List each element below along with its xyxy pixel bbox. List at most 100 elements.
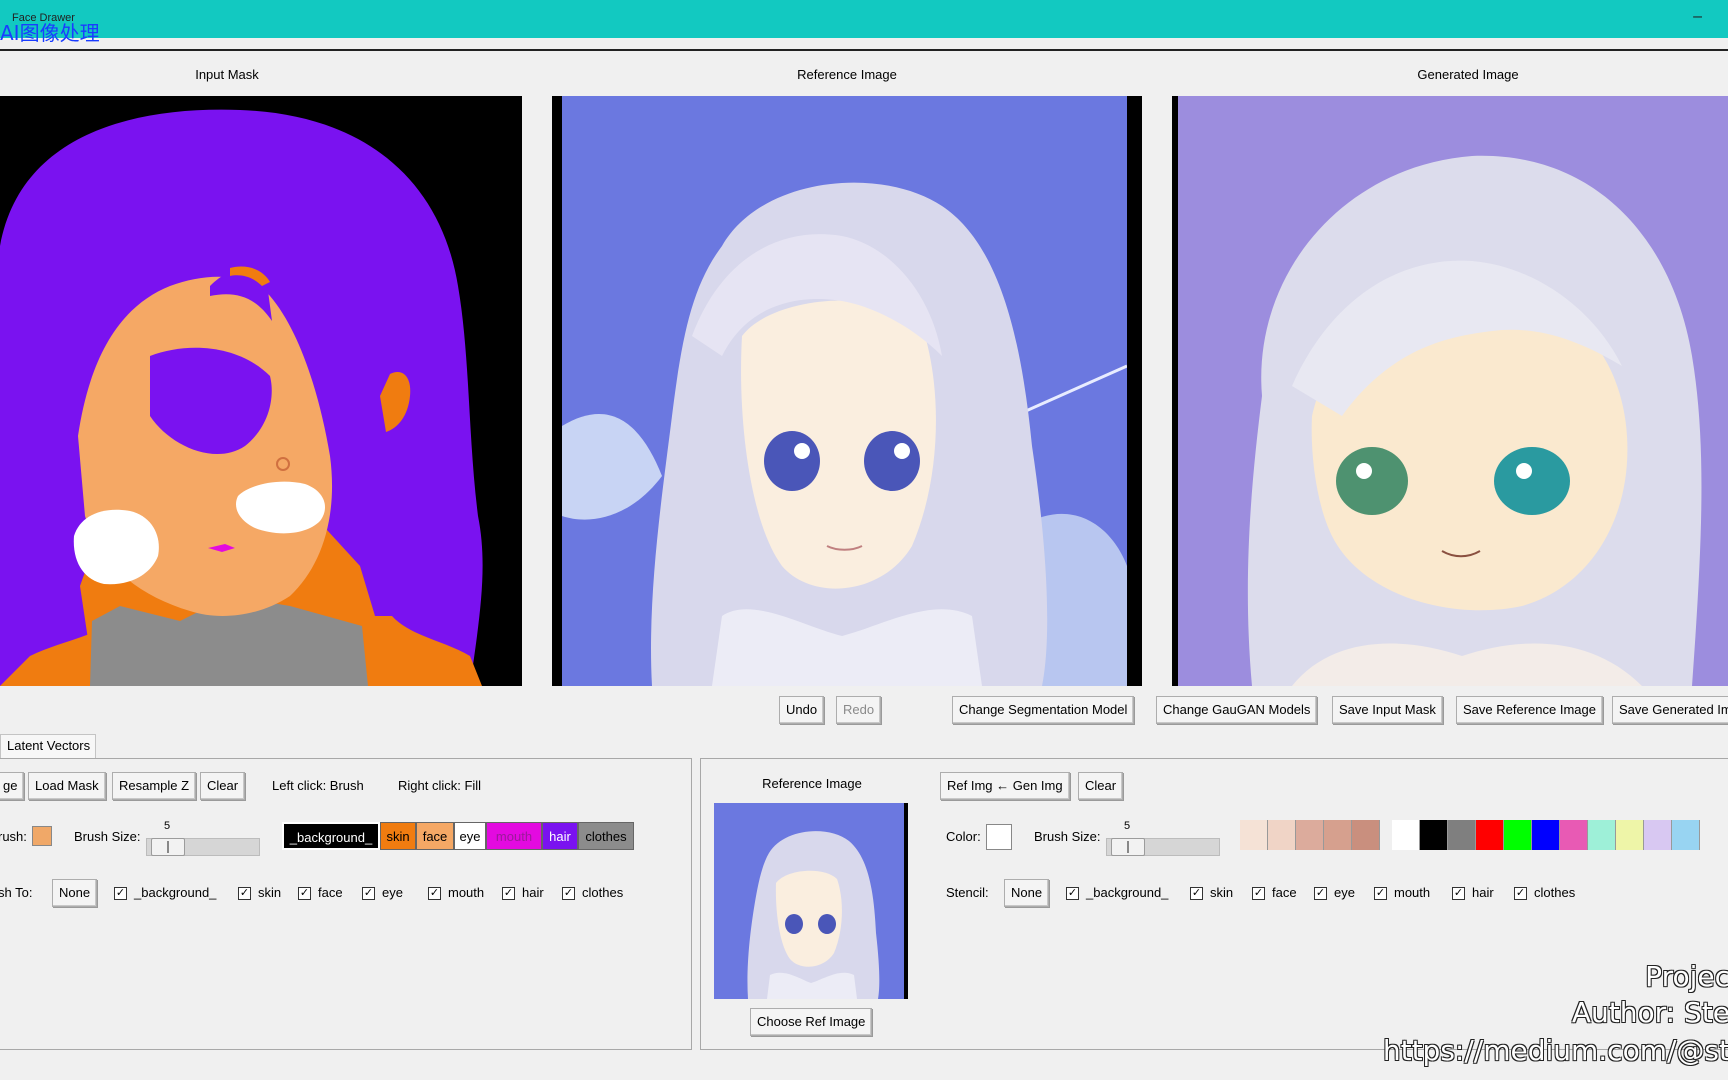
checkbox-label: face bbox=[318, 885, 343, 900]
segment-skin-button[interactable]: skin bbox=[380, 822, 416, 850]
left-click-hint: Left click: Brush bbox=[272, 778, 364, 793]
title-bar: Face Drawer AI图像处理 – bbox=[0, 0, 1728, 45]
checkbox-check-icon[interactable]: ✓ bbox=[362, 887, 375, 901]
segment-eye-button[interactable]: eye bbox=[454, 822, 486, 850]
undo-button[interactable]: Undo bbox=[779, 696, 825, 724]
resample-z-button[interactable]: Resample Z bbox=[112, 772, 197, 800]
save-input-mask-button[interactable]: Save Input Mask bbox=[1332, 696, 1443, 724]
checkbox-check-icon[interactable]: ✓ bbox=[1066, 887, 1079, 901]
load-image-button[interactable]: ge bbox=[0, 772, 25, 800]
stencil-checkbox-background[interactable]: ✓ _background_ bbox=[1066, 884, 1168, 902]
input-mask-title: Input Mask bbox=[195, 67, 259, 82]
checkbox-label: face bbox=[1272, 885, 1297, 900]
load-mask-button[interactable]: Load Mask bbox=[28, 772, 106, 800]
checkbox-check-icon[interactable]: ✓ bbox=[1452, 887, 1465, 901]
watermark-url: https://medium.com/@st bbox=[1382, 1034, 1728, 1067]
checkbox-check-icon[interactable]: ✓ bbox=[114, 887, 127, 901]
brush-to-checkbox-eye[interactable]: ✓ eye bbox=[362, 884, 403, 902]
tab-latent-vectors[interactable]: Latent Vectors bbox=[0, 734, 96, 758]
brush-to-checkbox-clothes[interactable]: ✓ clothes bbox=[562, 884, 623, 902]
checkbox-label: _background_ bbox=[134, 885, 217, 900]
stencil-checkbox-hair[interactable]: ✓ hair bbox=[1452, 884, 1494, 902]
reference-portrait-image bbox=[562, 96, 1142, 686]
skin-tone-swatch[interactable] bbox=[1324, 820, 1352, 850]
checkbox-check-icon[interactable]: ✓ bbox=[238, 887, 251, 901]
save-reference-image-button[interactable]: Save Reference Image bbox=[1456, 696, 1603, 724]
palette-color-swatch[interactable] bbox=[1504, 820, 1532, 850]
ref-color-swatch[interactable] bbox=[986, 824, 1012, 850]
ref-brush-size-slider-thumb[interactable] bbox=[1111, 838, 1145, 856]
overlay-title: AI图像处理 bbox=[0, 21, 100, 45]
brush-to-checkbox-background[interactable]: ✓ _background_ bbox=[114, 884, 216, 902]
skin-tone-swatch[interactable] bbox=[1352, 820, 1380, 850]
segment-clothes-button[interactable]: clothes bbox=[578, 822, 634, 850]
checkbox-check-icon[interactable]: ✓ bbox=[428, 887, 441, 901]
checkbox-check-icon[interactable]: ✓ bbox=[1190, 887, 1203, 901]
brush-color-swatch[interactable] bbox=[32, 826, 52, 846]
segment-face-button[interactable]: face bbox=[416, 822, 454, 850]
save-generated-image-button[interactable]: Save Generated Im bbox=[1612, 696, 1728, 724]
skin-tone-swatch[interactable] bbox=[1240, 820, 1268, 850]
checkbox-label: eye bbox=[1334, 885, 1355, 900]
input-mask-canvas[interactable] bbox=[0, 96, 522, 686]
checkbox-check-icon[interactable]: ✓ bbox=[1514, 887, 1527, 901]
stencil-checkbox-clothes[interactable]: ✓ clothes bbox=[1514, 884, 1575, 902]
minimize-button[interactable]: – bbox=[1693, 8, 1702, 26]
palette-color-swatch[interactable] bbox=[1560, 820, 1588, 850]
segmentation-mask-drawing bbox=[0, 96, 522, 686]
checkbox-check-icon[interactable]: ✓ bbox=[1374, 887, 1387, 901]
palette-color-swatch[interactable] bbox=[1448, 820, 1476, 850]
checkbox-label: eye bbox=[382, 885, 403, 900]
brush-to-checkbox-hair[interactable]: ✓ hair bbox=[502, 884, 544, 902]
brush-to-checkbox-mouth[interactable]: ✓ mouth bbox=[428, 884, 484, 902]
brush-to-checkbox-face[interactable]: ✓ face bbox=[298, 884, 343, 902]
stencil-none-button[interactable]: None bbox=[1004, 879, 1050, 907]
palette-color-swatch[interactable] bbox=[1672, 820, 1700, 850]
brush-size-slider-thumb[interactable] bbox=[151, 838, 185, 856]
skin-tone-swatch[interactable] bbox=[1268, 820, 1296, 850]
palette-color-swatch[interactable] bbox=[1616, 820, 1644, 850]
segment-mouth-button[interactable]: mouth bbox=[486, 822, 542, 850]
checkbox-check-icon[interactable]: ✓ bbox=[1314, 887, 1327, 901]
ref-brush-size-label: Brush Size: bbox=[1034, 829, 1101, 844]
generated-portrait-image bbox=[1178, 96, 1728, 686]
brush-to-none-button[interactable]: None bbox=[52, 879, 98, 907]
stencil-checkbox-face[interactable]: ✓ face bbox=[1252, 884, 1297, 902]
palette-color-swatch[interactable] bbox=[1588, 820, 1616, 850]
stencil-checkbox-mouth[interactable]: ✓ mouth bbox=[1374, 884, 1430, 902]
segment-hair-button[interactable]: hair bbox=[542, 822, 578, 850]
watermark-author: Author: Ste bbox=[1571, 996, 1728, 1029]
stencil-checkbox-skin[interactable]: ✓ skin bbox=[1190, 884, 1233, 902]
brush-size-slider[interactable] bbox=[146, 838, 260, 856]
right-click-hint: Right click: Fill bbox=[398, 778, 482, 793]
ref-clear-button[interactable]: Clear bbox=[1078, 772, 1124, 800]
checkbox-check-icon[interactable]: ✓ bbox=[562, 887, 575, 901]
checkbox-check-icon[interactable]: ✓ bbox=[502, 887, 515, 901]
checkbox-label: skin bbox=[258, 885, 282, 900]
palette-color-swatch[interactable] bbox=[1420, 820, 1448, 850]
checkbox-check-icon[interactable]: ✓ bbox=[1252, 887, 1265, 901]
ref-from-gen-button[interactable]: Ref Img ← Gen Img bbox=[940, 772, 1070, 800]
choose-ref-image-button[interactable]: Choose Ref Image bbox=[750, 1008, 873, 1036]
reference-image-canvas[interactable] bbox=[552, 96, 1142, 686]
mask-clear-button[interactable]: Clear bbox=[200, 772, 246, 800]
checkbox-label: clothes bbox=[1534, 885, 1576, 900]
redo-button[interactable]: Redo bbox=[836, 696, 882, 724]
face-drawer-window: { "window": { "title": "Face Drawer", "o… bbox=[0, 0, 1728, 1080]
brush-to-checkbox-skin[interactable]: ✓ skin bbox=[238, 884, 281, 902]
brush-to-label: sh To: bbox=[0, 885, 33, 900]
checkbox-label: _background_ bbox=[1086, 885, 1169, 900]
change-gaugan-models-button[interactable]: Change GauGAN Models bbox=[1156, 696, 1318, 724]
skin-tone-swatch[interactable] bbox=[1296, 820, 1324, 850]
ref-thumbnail-image bbox=[714, 803, 904, 999]
ref-brush-size-slider[interactable] bbox=[1106, 838, 1220, 856]
palette-color-swatch[interactable] bbox=[1532, 820, 1560, 850]
palette-color-swatch[interactable] bbox=[1644, 820, 1672, 850]
palette-color-swatch[interactable] bbox=[1392, 820, 1420, 850]
segment-background-button[interactable]: _background_ bbox=[282, 822, 380, 850]
stencil-checkbox-eye[interactable]: ✓ eye bbox=[1314, 884, 1355, 902]
change-segmentation-model-button[interactable]: Change Segmentation Model bbox=[952, 696, 1135, 724]
palette-color-swatch[interactable] bbox=[1476, 820, 1504, 850]
checkbox-label: skin bbox=[1210, 885, 1234, 900]
checkbox-check-icon[interactable]: ✓ bbox=[298, 887, 311, 901]
